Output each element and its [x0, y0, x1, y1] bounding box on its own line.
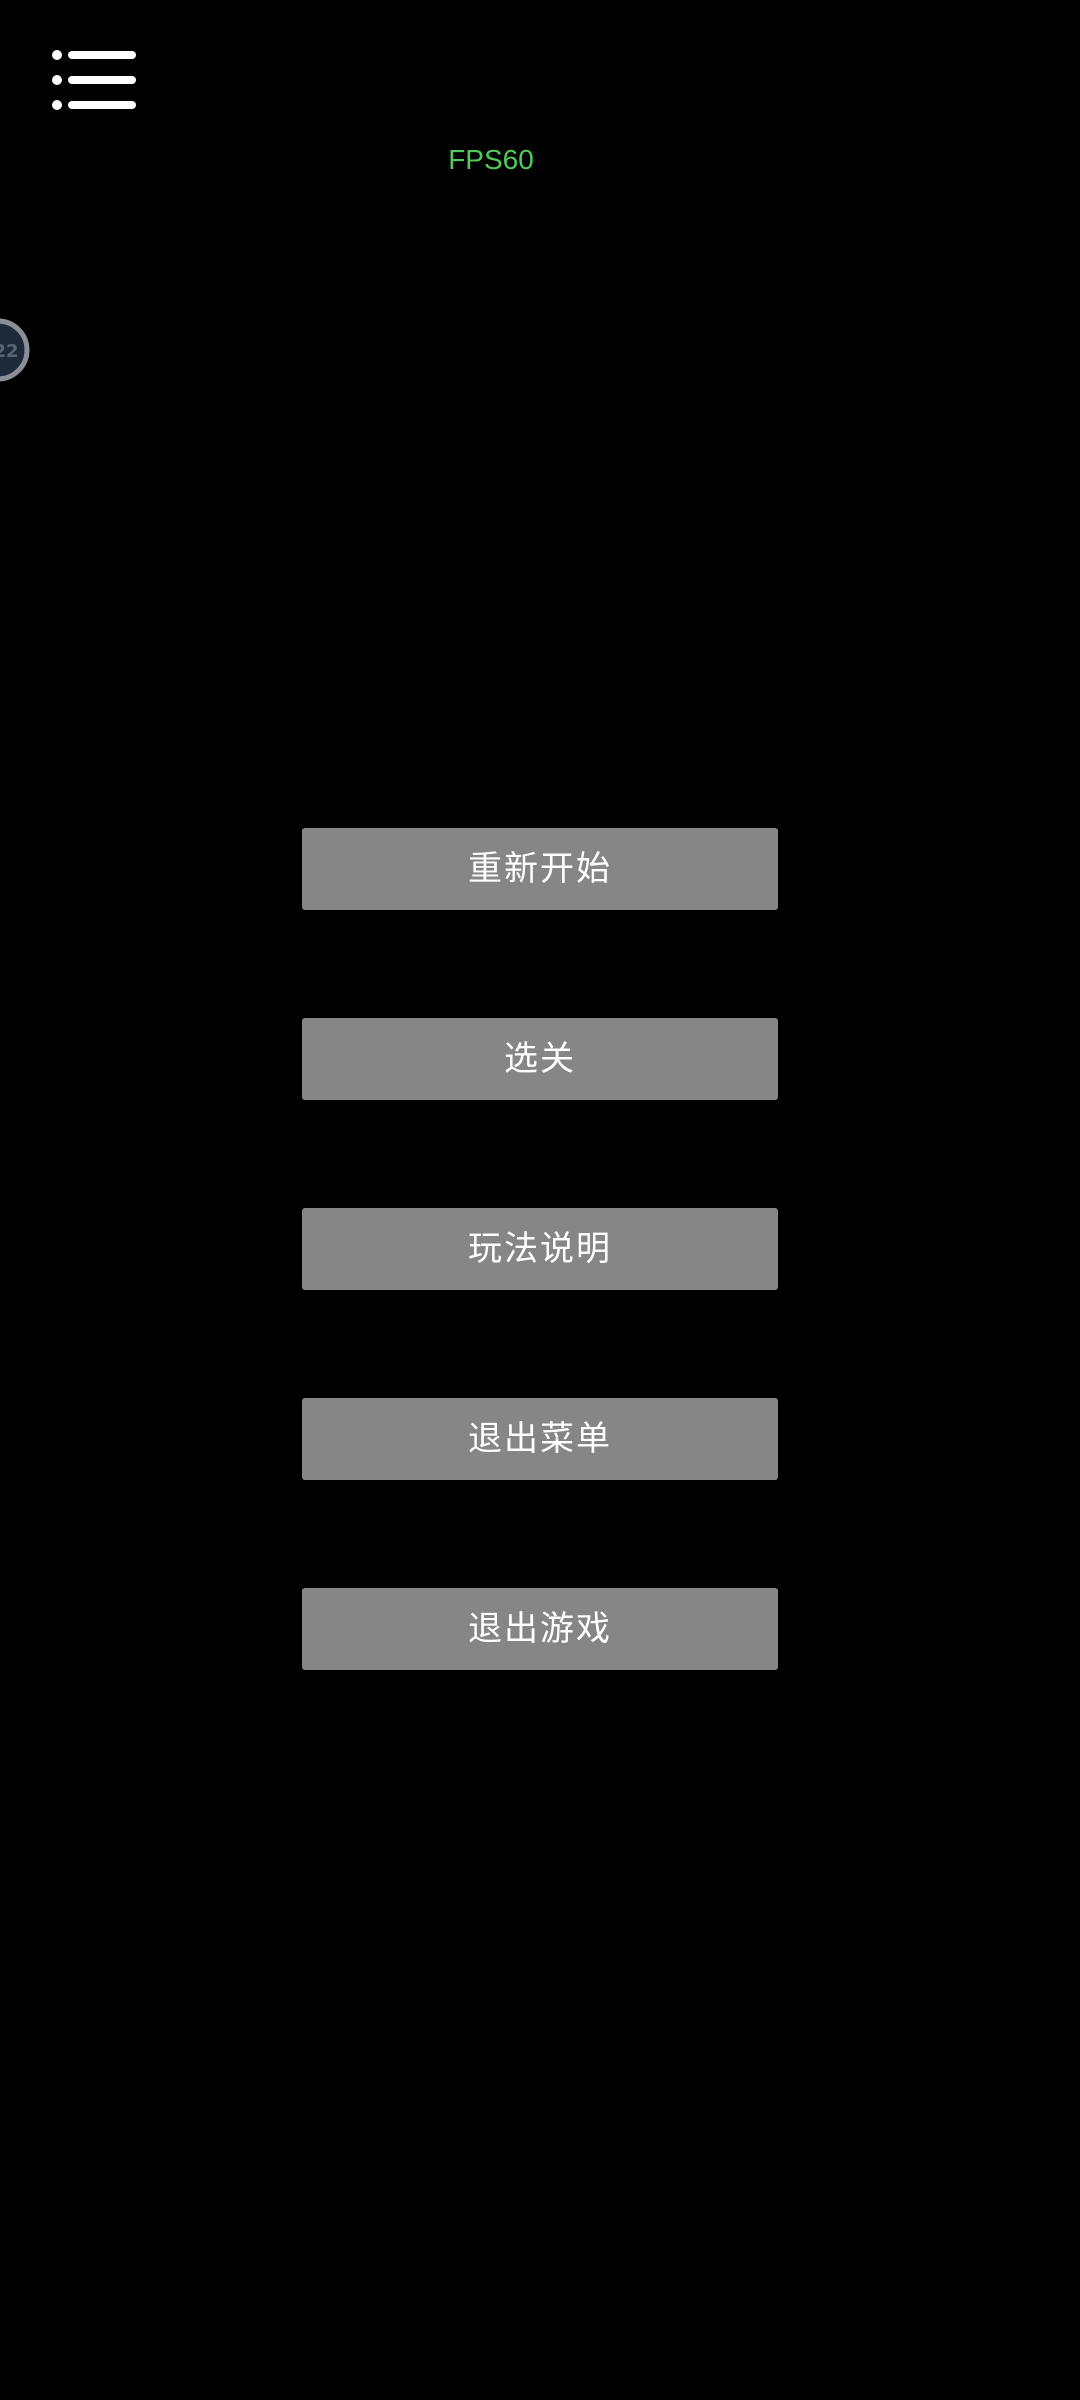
fps-counter: FPS60: [448, 144, 534, 175]
exit-menu-button[interactable]: 退出菜单: [302, 1398, 778, 1480]
exit-game-button[interactable]: 退出游戏: [302, 1588, 778, 1670]
floating-assistant-label: 22: [0, 341, 19, 362]
pause-menu: 重新开始 选关 玩法说明 退出菜单 退出游戏: [302, 828, 778, 1670]
hamburger-menu-icon[interactable]: [52, 50, 136, 110]
restart-button[interactable]: 重新开始: [302, 828, 778, 910]
level-select-button[interactable]: 选关: [302, 1018, 778, 1100]
how-to-play-button[interactable]: 玩法说明: [302, 1208, 778, 1290]
floating-assistant-icon[interactable]: 22: [0, 318, 30, 382]
